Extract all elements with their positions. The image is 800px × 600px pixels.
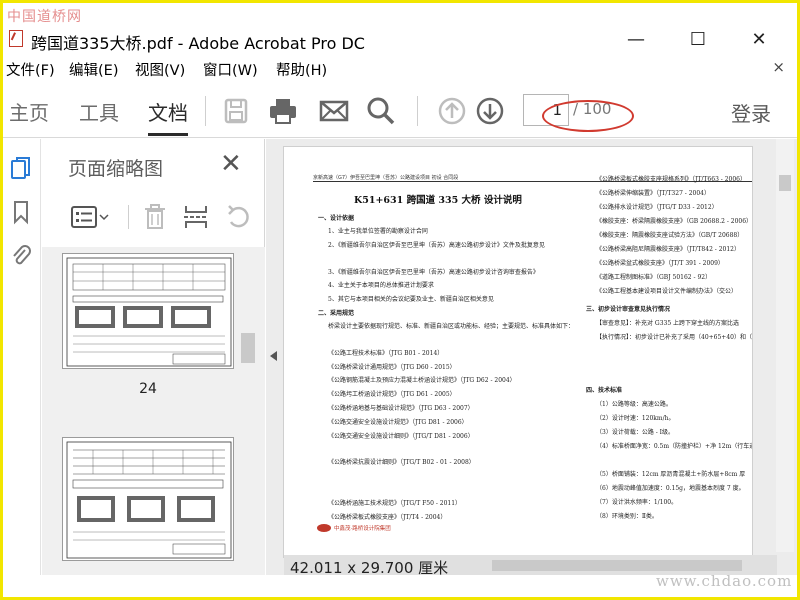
search-icon[interactable] xyxy=(364,94,398,128)
document-title: K51+631 跨国道 335 大桥 设计说明 xyxy=(354,195,522,206)
menu-bar: 文件(F) 编辑(E) 视图(V) 窗口(W) 帮助(H) × xyxy=(3,56,797,80)
text-line: 《公路桥梁板式橡胶支座规格系列》（JT/T663 - 2006） xyxy=(596,176,746,183)
toolbar-divider xyxy=(417,96,418,126)
text-line: 《公路工程基本建设项目设计文件编制办法》（交公） xyxy=(596,288,738,295)
page-header: 京新高速（G7）伊吾至巴里坤（吾苏）公路建设项目 初设 合同段 xyxy=(313,175,459,181)
document-view: 京新高速（G7）伊吾至巴里坤（吾苏）公路建设项目 初设 合同段 K51+631 … xyxy=(266,139,797,577)
panel-title: 页面缩略图 xyxy=(68,158,164,180)
text-line: 4、业主关于本项目的总体推进计划要求 xyxy=(328,282,434,289)
text-line: 《道路工程制图标准》（GBJ 50162 - 92） xyxy=(596,274,712,281)
text-line: 《公路桥梁伸缩装置》（JT/T327 - 2004） xyxy=(596,190,710,197)
text-line: （1）公路等级：高速公路。 xyxy=(596,401,672,408)
page-size-indicator: 42.011 x 29.700 厘米 xyxy=(290,559,449,577)
pdf-file-icon xyxy=(9,30,23,47)
menu-edit[interactable]: 编辑(E) xyxy=(69,59,118,80)
text-line: （5）桥面铺装：12cm 厚沥青混凝土+防水层+8cm 厚 xyxy=(596,471,746,478)
text-line: （3）设计荷载：公路 - Ⅰ级。 xyxy=(596,429,675,436)
menu-view[interactable]: 视图(V) xyxy=(135,59,185,80)
text-line: 2、《新疆维吾尔自治区伊吾至巴里坤（吾苏）高速公路初步设计》文件及批复意见 xyxy=(328,242,545,249)
text-line: 1、业主与我单位签署的勘察设计合同 xyxy=(328,228,428,235)
bookmark-icon[interactable] xyxy=(9,199,33,225)
text-line: 三、初步设计审查意见执行情况 xyxy=(586,306,671,313)
text-line: （7）设计洪水频率：1/100。 xyxy=(596,499,678,506)
text-line: 《公路桥涵地基与基础设计规范》（JTG D63 - 2007） xyxy=(328,405,474,412)
text-line: 【审查意见】：补充对 G335 上跨下穿主线的方案比选 xyxy=(596,320,740,327)
thumbnail-page-label: 24 xyxy=(139,381,157,397)
title-bar: 中国道桥网 跨国道335大桥.pdf - Adobe Acrobat Pro D… xyxy=(3,3,797,55)
text-line: 《公路圬工桥涵设计规范》（JTG D61 - 2005） xyxy=(328,391,456,398)
next-page-icon[interactable] xyxy=(473,94,507,128)
text-line: （4）标准桥面净宽：0.5m（防撞护栏）+净 12m（行车道）+1m（间隙）+0… xyxy=(596,443,752,450)
annotation-ellipse xyxy=(542,100,634,132)
site-watermark-bottom: www.chdao.com xyxy=(656,572,793,590)
thumbnail-scrollbar[interactable] xyxy=(238,247,258,575)
text-line: 3、《新疆维吾尔自治区伊吾至巴里坤（吾苏）高速公路初步设计咨询审查报告》 xyxy=(328,269,539,276)
page-thumbnails-icon[interactable] xyxy=(9,155,33,181)
organization-name: 中鑫茂·路桥设计院集团 xyxy=(334,526,391,532)
window-title: 跨国道335大桥.pdf - Adobe Acrobat Pro DC xyxy=(31,34,365,53)
rotate-icon[interactable] xyxy=(224,203,252,231)
thumbnail-panel: 页面缩略图 ✕ 24 xyxy=(42,139,265,575)
collapse-left-panel-icon[interactable] xyxy=(270,351,277,361)
tab-home[interactable]: 主页 xyxy=(9,97,49,126)
email-icon[interactable] xyxy=(317,94,351,128)
extract-pages-icon[interactable] xyxy=(182,203,210,231)
text-line: 《橡胶支座：隔震橡胶支座试验方法》（GB/T 20688） xyxy=(596,232,744,239)
close-window-button[interactable]: ✕ xyxy=(736,25,782,55)
save-icon[interactable] xyxy=(219,94,253,128)
menu-help[interactable]: 帮助(H) xyxy=(276,59,327,80)
site-watermark: 中国道桥网 xyxy=(7,9,82,25)
page-thumbnail[interactable] xyxy=(62,253,234,369)
options-menu-icon[interactable] xyxy=(70,205,110,229)
document-scroll-thumb[interactable] xyxy=(779,175,791,191)
menu-window[interactable]: 窗口(W) xyxy=(203,59,258,80)
text-line: 《公路桥涵施工技术规范》（JTG/T F50 - 2011） xyxy=(328,500,462,507)
organization-logo xyxy=(317,524,331,532)
text-line: 《橡胶支座：桥梁隔震橡胶支座》（GB 20688.2 - 2006） xyxy=(596,218,752,225)
maximize-button[interactable]: ☐ xyxy=(675,25,721,55)
text-line: （6）地震动峰值加速度：0.15g，地震基本烈度 7 度。 xyxy=(596,485,745,492)
text-line: 《公路钢筋混凝土及预应力混凝土桥涵设计规范》（JTG D62 - 2004） xyxy=(328,377,516,384)
text-line: （8）环境类别：Ⅱ类。 xyxy=(596,513,658,520)
tab-tools[interactable]: 工具 xyxy=(79,97,119,126)
toolbar: 主页 工具 文档 1 / 100 登录 xyxy=(3,84,797,138)
toolbar-divider xyxy=(205,96,206,126)
document-scrollbar[interactable] xyxy=(776,139,794,552)
text-line: 《公路桥梁抗震设计细则》（JTG/T B02 - 01 - 2008） xyxy=(328,459,475,466)
menu-file[interactable]: 文件(F) xyxy=(6,59,55,80)
navigation-rail xyxy=(3,139,41,575)
text-line: 【执行情况】：初步设计已补充了采用（40+65+40）和（35+60+35）m … xyxy=(596,334,752,341)
text-line: 二、采用规范 xyxy=(318,310,355,317)
close-document-button[interactable]: × xyxy=(772,58,785,76)
text-line: 《公路桥梁高阻尼隔震橡胶支座》（JT/T842 - 2012） xyxy=(596,246,740,253)
tab-document[interactable]: 文档 xyxy=(148,97,188,136)
text-line: （2）设计时速：120km/h。 xyxy=(596,415,675,422)
toolbar-divider xyxy=(128,205,129,229)
thumbnail-toolbar xyxy=(42,197,265,237)
text-line: 一、设计依据 xyxy=(318,215,355,222)
text-line: 5、其它与本项目相关的会议纪要及业主、新疆自治区相关意见 xyxy=(328,296,494,303)
pdf-page: 京新高速（G7）伊吾至巴里坤（吾苏）公路建设项目 初设 合同段 K51+631 … xyxy=(284,147,752,557)
text-line: 《公路排水设计规范》（JTG/T D33 - 2012） xyxy=(596,204,718,211)
text-line: 桥梁设计主要依据现行规范、标准、新疆自治区或功能标、经验；主要规范、标准具体如下… xyxy=(328,323,575,330)
attachment-icon[interactable] xyxy=(9,243,33,269)
delete-icon[interactable] xyxy=(142,203,168,231)
text-line: 《公路工程技术标准》（JTG B01 - 2014） xyxy=(328,350,444,357)
text-line: 《公路交通安全设施设计规范》（JTG D81 - 2006） xyxy=(328,419,468,426)
horizontal-scroll-thumb[interactable] xyxy=(492,560,742,571)
text-line: 四、技术标准 xyxy=(586,387,623,394)
text-line: 《公路桥梁板式橡胶支座》（JT/T4 - 2004） xyxy=(328,514,447,521)
text-line: 《公路桥梁盆式橡胶支座》（JT/T 391 - 2009） xyxy=(596,260,724,267)
page-thumbnail[interactable] xyxy=(62,437,234,561)
minimize-button[interactable]: — xyxy=(613,25,659,55)
text-line: 《公路交通安全设施设计细则》（JTG/T D81 - 2006） xyxy=(328,433,474,440)
previous-page-icon[interactable] xyxy=(435,94,469,128)
close-panel-button[interactable]: ✕ xyxy=(220,149,242,179)
print-icon[interactable] xyxy=(266,94,300,128)
text-line: 《公路桥梁设计通用规范》（JTG D60 - 2015） xyxy=(328,364,456,371)
login-button[interactable]: 登录 xyxy=(731,98,771,127)
thumbnail-list: 24 xyxy=(42,247,265,575)
thumbnail-scroll-thumb[interactable] xyxy=(241,333,255,363)
